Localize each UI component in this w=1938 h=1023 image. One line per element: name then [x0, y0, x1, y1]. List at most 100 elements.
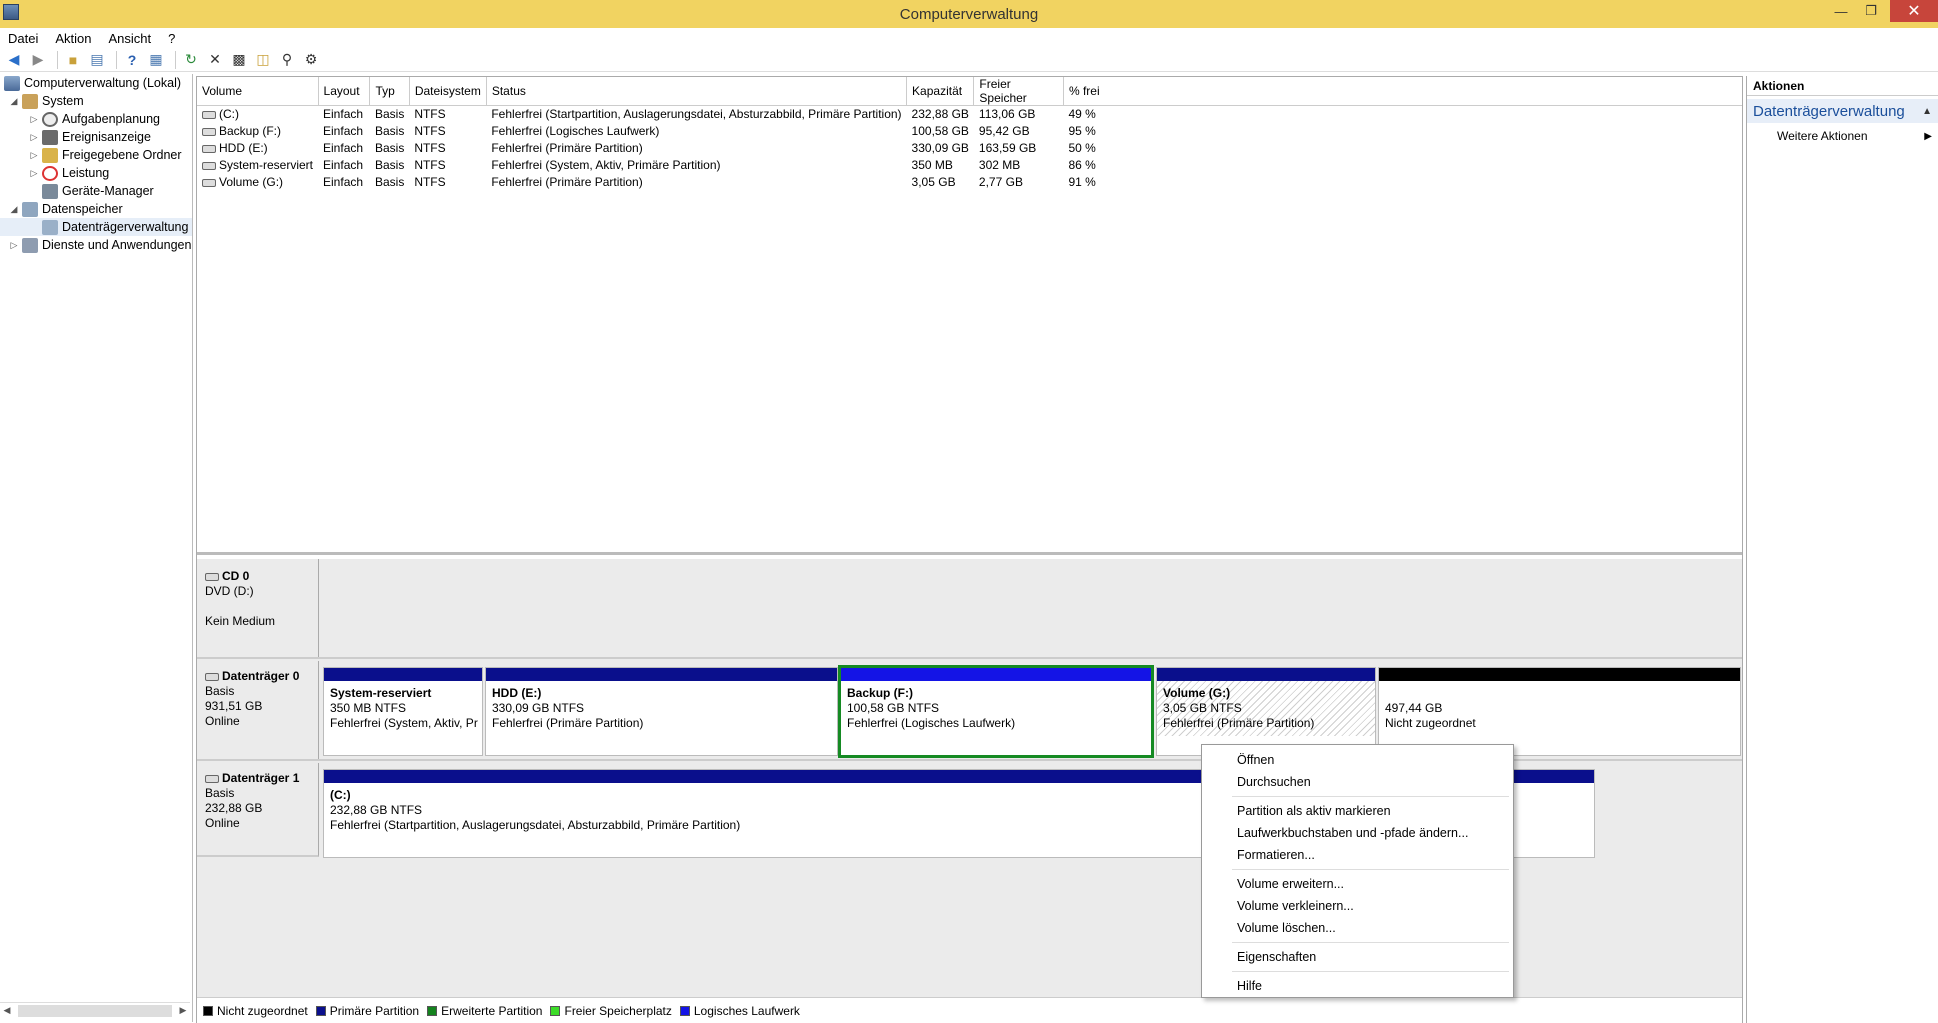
tree-item-aufgabenplanung[interactable]: ▷ Aufgabenplanung: [0, 110, 192, 128]
scroll-right-icon[interactable]: ▶: [176, 1005, 190, 1016]
disk-info-cd0[interactable]: CD 0 DVD (D:) Kein Medium: [197, 559, 319, 657]
disk-info-0[interactable]: Datenträger 0 Basis 931,51 GB Online: [197, 661, 319, 759]
menu-item-volume-verkleinern[interactable]: Volume verkleinern...: [1202, 895, 1513, 917]
drive-icon: [202, 111, 216, 120]
expand-arrow-icon[interactable]: ▷: [28, 168, 40, 179]
delete-icon[interactable]: ✕: [205, 50, 225, 70]
tree-item-system[interactable]: ◢ System: [0, 92, 192, 110]
menu-aktion[interactable]: Aktion: [55, 31, 100, 46]
settings-icon[interactable]: ⚙: [301, 50, 321, 70]
table-row[interactable]: Volume (G:) Einfach Basis NTFS Fehlerfre…: [197, 174, 1742, 191]
legend-item: Primäre Partition: [315, 1004, 419, 1018]
restore-button[interactable]: ❐: [1856, 0, 1886, 22]
tools-icon: [22, 93, 38, 109]
tree-item-dienste[interactable]: ▷ Dienste und Anwendungen: [0, 236, 192, 254]
show-hide-tree-icon[interactable]: ▤: [87, 50, 107, 70]
menu-ansicht[interactable]: Ansicht: [109, 31, 161, 46]
col-status[interactable]: Status: [486, 77, 908, 106]
tree-item-datentraegerverwaltung[interactable]: Datenträgerverwaltung: [0, 218, 192, 236]
table-row[interactable]: HDD (E:) Einfach Basis NTFS Fehlerfrei (…: [197, 140, 1742, 157]
search-icon[interactable]: ⚲: [277, 50, 297, 70]
properties-icon[interactable]: ▩: [229, 50, 249, 70]
shared-folder-icon: [42, 147, 58, 163]
back-icon[interactable]: ◀: [4, 50, 24, 70]
context-menu: Öffnen Durchsuchen Partition als aktiv m…: [1201, 744, 1514, 998]
event-log-icon: [42, 129, 58, 145]
partition-unallocated[interactable]: 497,44 GB Nicht zugeordnet: [1378, 667, 1741, 756]
tree-horizontal-scrollbar[interactable]: ◀ ▶: [0, 1002, 190, 1018]
help-icon[interactable]: ?: [122, 50, 142, 70]
disk-row-cd0: CD 0 DVD (D:) Kein Medium: [197, 559, 1742, 659]
window-title: Computerverwaltung: [899, 5, 1039, 23]
menu-help[interactable]: ?: [168, 31, 184, 46]
tree-item-geraete-manager[interactable]: Geräte-Manager: [0, 182, 192, 200]
legend-item: Logisches Laufwerk: [679, 1004, 800, 1018]
col-prozent-frei[interactable]: % frei: [1063, 77, 1742, 106]
tree-item-leistung[interactable]: ▷ Leistung: [0, 164, 192, 182]
col-volume[interactable]: Volume: [197, 77, 319, 106]
tree-item-datenspeicher[interactable]: ◢ Datenspeicher: [0, 200, 192, 218]
drive-icon: [202, 161, 216, 170]
tree-item-root[interactable]: Computerverwaltung (Lokal): [0, 74, 192, 92]
weitere-aktionen-item[interactable]: Weitere Aktionen ▶: [1747, 125, 1938, 147]
tree-item-freigegebene-ordner[interactable]: ▷ Freigegebene Ordner: [0, 146, 192, 164]
col-layout[interactable]: Layout: [318, 77, 371, 106]
submenu-arrow-icon: ▶: [1924, 130, 1932, 142]
actions-section-datentraegerverwaltung[interactable]: Datenträgerverwaltung ▲: [1747, 99, 1938, 123]
menu-item-durchsuchen[interactable]: Durchsuchen: [1202, 771, 1513, 793]
table-row[interactable]: System-reserviert Einfach Basis NTFS Feh…: [197, 157, 1742, 174]
disk-info-1[interactable]: Datenträger 1 Basis 232,88 GB Online: [197, 763, 319, 857]
navigation-tree: Computerverwaltung (Lokal) ◢ System ▷ Au…: [0, 74, 193, 1022]
col-typ[interactable]: Typ: [369, 77, 410, 106]
col-freier-speicher[interactable]: Freier Speicher: [973, 77, 1064, 106]
menu-item-formatieren[interactable]: Formatieren...: [1202, 844, 1513, 866]
console-view-icon[interactable]: ▦: [146, 50, 166, 70]
scroll-left-icon[interactable]: ◀: [0, 1005, 14, 1016]
collapse-arrow-icon[interactable]: ◢: [8, 204, 20, 215]
menu-separator: [1232, 869, 1509, 870]
open-folder-icon[interactable]: ◫: [253, 50, 273, 70]
menu-item-volume-loeschen[interactable]: Volume löschen...: [1202, 917, 1513, 939]
partition-system-reserviert[interactable]: System-reserviert 350 MB NTFS Fehlerfrei…: [323, 667, 483, 756]
toolbar: ◀ ▶ ■ ▤ ? ▦ ↻ ✕ ▩ ◫ ⚲ ⚙: [0, 48, 1938, 72]
table-row[interactable]: Backup (F:) Einfach Basis NTFS Fehlerfre…: [197, 123, 1742, 140]
partition-backup-f[interactable]: Backup (F:) 100,58 GB NTFS Fehlerfrei (L…: [838, 665, 1154, 758]
expand-arrow-icon[interactable]: ▷: [28, 132, 40, 143]
menu-item-eigenschaften[interactable]: Eigenschaften: [1202, 946, 1513, 968]
menu-item-volume-erweitern[interactable]: Volume erweitern...: [1202, 873, 1513, 895]
collapse-arrow-icon[interactable]: ◢: [8, 96, 20, 107]
partition-hdd-e[interactable]: HDD (E:) 330,09 GB NTFS Fehlerfrei (Prim…: [485, 667, 838, 756]
menu-separator: [1232, 796, 1509, 797]
refresh-icon[interactable]: ↻: [181, 50, 201, 70]
expand-arrow-icon[interactable]: ▷: [28, 150, 40, 161]
menu-datei[interactable]: Datei: [8, 31, 47, 46]
col-dateisystem[interactable]: Dateisystem: [409, 77, 487, 106]
col-kapazitaet[interactable]: Kapazität: [906, 77, 975, 106]
drive-icon: [202, 127, 216, 136]
partition-volume-g[interactable]: Volume (G:) 3,05 GB NTFS Fehlerfrei (Pri…: [1156, 667, 1376, 756]
minimize-button[interactable]: —: [1826, 0, 1856, 22]
table-row[interactable]: (C:) Einfach Basis NTFS Fehlerfrei (Star…: [197, 106, 1742, 123]
menu-item-hilfe[interactable]: Hilfe: [1202, 975, 1513, 997]
tree-item-ereignisanzeige[interactable]: ▷ Ereignisanzeige: [0, 128, 192, 146]
menu-item-partition-aktiv[interactable]: Partition als aktiv markieren: [1202, 800, 1513, 822]
up-folder-icon[interactable]: ■: [63, 50, 83, 70]
menu-bar: Datei Aktion Ansicht ?: [0, 28, 1938, 48]
close-button[interactable]: ✕: [1890, 0, 1938, 22]
collapse-up-icon[interactable]: ▲: [1922, 106, 1932, 117]
legend-item: Erweiterte Partition: [427, 1004, 542, 1018]
legend: Nicht zugeordnet Primäre Partition Erwei…: [197, 997, 1742, 1023]
expand-arrow-icon[interactable]: ▷: [8, 240, 20, 251]
menu-item-oeffnen[interactable]: Öffnen: [1202, 749, 1513, 771]
menu-separator: [1232, 942, 1509, 943]
scroll-thumb[interactable]: [18, 1004, 172, 1017]
cd-drive-icon: [205, 572, 219, 581]
drive-icon: [202, 178, 216, 187]
partition-bar: [1379, 668, 1740, 681]
partition-bar: [486, 668, 837, 681]
forward-icon[interactable]: ▶: [28, 50, 48, 70]
table-header: Volume Layout Typ Dateisystem Status Kap…: [197, 77, 1742, 106]
expand-arrow-icon[interactable]: ▷: [28, 114, 40, 125]
app-icon[interactable]: [3, 4, 19, 20]
menu-item-laufwerkbuchstaben[interactable]: Laufwerkbuchstaben und -pfade ändern...: [1202, 822, 1513, 844]
